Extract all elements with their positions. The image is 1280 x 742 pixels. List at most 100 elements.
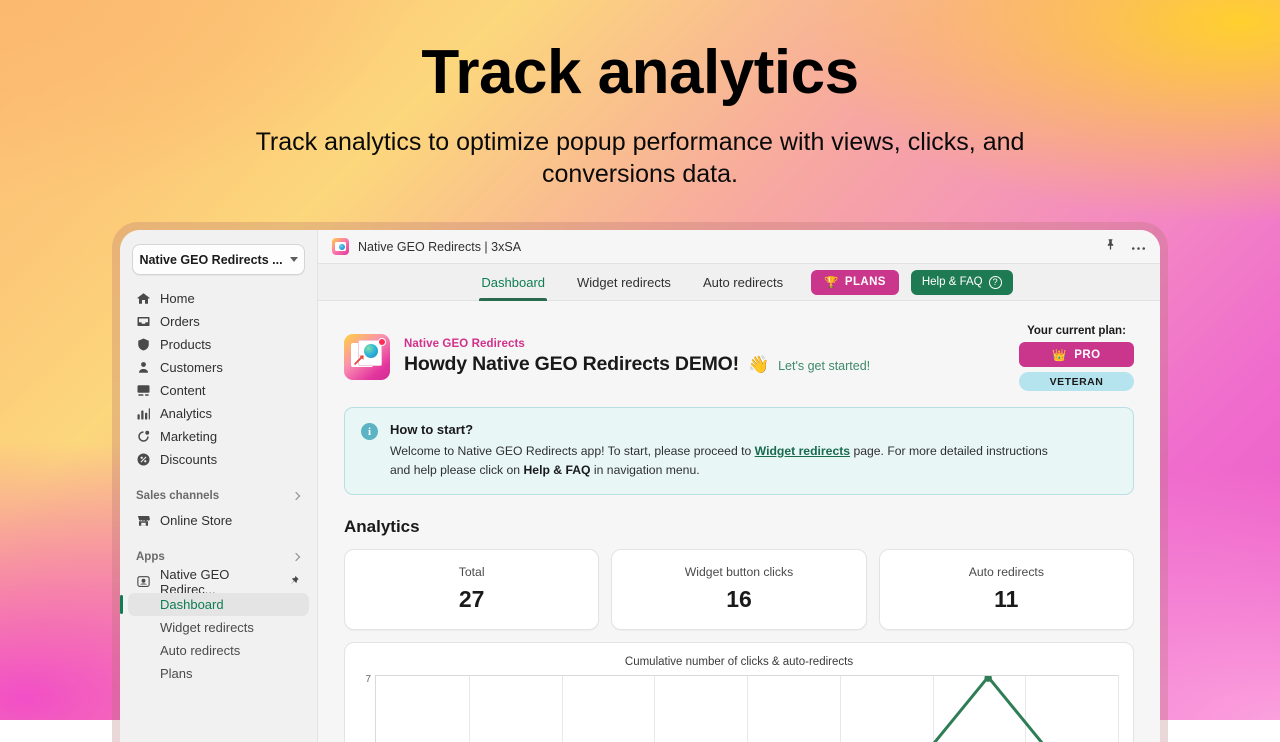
plans-button-label: PLANS <box>844 276 886 288</box>
sidebar-item-discounts[interactable]: Discounts <box>128 448 309 471</box>
tab-label: Auto redirects <box>702 274 784 290</box>
banner-text-before: Welcome to Native GEO Redirects app! To … <box>390 444 755 458</box>
browser-frame: Native GEO Redirects ... Home Orders Pro… <box>112 222 1168 742</box>
online-store-icon <box>136 513 151 528</box>
stat-value: 27 <box>458 586 485 613</box>
sidebar-item-content[interactable]: Content <box>128 379 309 402</box>
app-title: Native GEO Redirects | 3xSA <box>358 239 522 254</box>
info-icon: i <box>361 423 378 440</box>
sidebar-subitem-label: Auto redirects <box>160 643 241 658</box>
app-large-icon <box>344 334 390 380</box>
sidebar-subitem-widget-redirects[interactable]: Widget redirects <box>128 616 309 639</box>
sidebar-item-home[interactable]: Home <box>128 287 309 310</box>
apps-label: Apps <box>136 551 165 563</box>
stat-label: Auto redirects <box>968 565 1044 580</box>
primary-nav: Home Orders Products Customers Content A… <box>120 287 317 471</box>
page-content: Native GEO Redirects Howdy Native GEO Re… <box>318 301 1160 742</box>
sidebar-item-analytics[interactable]: Analytics <box>128 402 309 425</box>
topbar-actions <box>1104 238 1146 256</box>
plan-veteran-badge: VETERAN <box>1019 372 1134 391</box>
promo-text-block: Track analytics Track analytics to optim… <box>0 0 1280 191</box>
chart-area: 7 <box>359 675 1119 742</box>
chart-peak-marker <box>984 676 992 683</box>
sidebar-item-online-store[interactable]: Online Store <box>128 509 309 532</box>
sidebar-subitem-dashboard[interactable]: Dashboard <box>120 593 309 616</box>
question-circle-icon: ? <box>988 275 1002 289</box>
sales-channels-list: Online Store <box>120 509 317 532</box>
pin-icon[interactable] <box>1104 238 1117 256</box>
sidebar-app-label: Native GEO Redirec... <box>160 566 230 597</box>
apps-list: Native GEO Redirec... Dashboard Widget r… <box>120 567 317 685</box>
stat-card-total: Total 27 <box>344 549 600 631</box>
stat-label: Total <box>458 565 485 580</box>
store-switcher[interactable]: Native GEO Redirects ... <box>132 244 305 275</box>
widget-redirects-link[interactable]: Widget redirects <box>755 444 850 458</box>
get-started-link[interactable]: Let's get started! <box>778 359 870 373</box>
more-horizontal-icon[interactable] <box>1131 238 1146 256</box>
banner-text: Welcome to Native GEO Redirects app! To … <box>390 442 1070 479</box>
tab-dashboard[interactable]: Dashboard <box>465 263 561 301</box>
plan-pro-badge[interactable]: 👑 PRO <box>1019 342 1134 367</box>
sidebar-app-native-geo-redirects[interactable]: Native GEO Redirec... <box>128 567 309 597</box>
analytics-icon <box>136 406 151 421</box>
arrow-up-right-icon <box>354 355 364 365</box>
sidebar-item-marketing[interactable]: Marketing <box>128 425 309 448</box>
sales-channels-header[interactable]: Sales channels <box>120 485 317 507</box>
marketing-icon <box>136 429 151 444</box>
tab-auto-redirects[interactable]: Auto redirects <box>687 263 799 301</box>
products-icon <box>136 337 151 352</box>
sidebar-item-label: Products <box>160 337 212 352</box>
sidebar-item-label: Analytics <box>160 406 213 421</box>
greeting-text: Native GEO Redirects Howdy Native GEO Re… <box>404 338 870 376</box>
sidebar-item-orders[interactable]: Orders <box>128 310 309 333</box>
app-logo-icon <box>332 238 349 255</box>
tab-label: Widget redirects <box>577 274 671 290</box>
plans-button[interactable]: 🏆 PLANS <box>811 269 899 295</box>
content-icon <box>136 383 151 398</box>
sidebar: Native GEO Redirects ... Home Orders Pro… <box>120 230 318 742</box>
banner-text-end: in navigation menu. <box>590 462 700 477</box>
help-faq-button[interactable]: Help & FAQ ? <box>910 269 1013 295</box>
plan-veteran-label: VETERAN <box>1049 375 1104 388</box>
stat-label: Widget button clicks <box>684 565 794 580</box>
stat-card-auto-redirects: Auto redirects 11 <box>878 549 1134 631</box>
promo-title: Track analytics <box>421 38 859 107</box>
apps-header[interactable]: Apps <box>120 546 317 568</box>
promo-subtitle: Track analytics to optimize popup perfor… <box>255 128 1025 188</box>
sales-channels-label: Sales channels <box>136 490 220 502</box>
stat-value: 11 <box>994 586 1019 613</box>
tab-widget-redirects[interactable]: Widget redirects <box>561 263 687 301</box>
sidebar-subitem-plans[interactable]: Plans <box>128 662 309 685</box>
sidebar-item-products[interactable]: Products <box>128 333 309 356</box>
sidebar-item-label: Content <box>160 383 206 398</box>
greeting-headline: Howdy Native GEO Redirects DEMO! <box>404 353 739 375</box>
sidebar-item-label: Discounts <box>160 452 218 467</box>
brand-name: Native GEO Redirects <box>404 338 525 350</box>
app-icon <box>136 574 151 589</box>
chart-plot <box>375 675 1119 742</box>
stat-cards-row: Total 27 Widget button clicks 16 Auto re… <box>344 549 1134 631</box>
chart-title: Cumulative number of clicks & auto-redir… <box>624 656 854 669</box>
chevron-right-icon <box>291 491 301 501</box>
y-axis-tick-label: 7 <box>365 674 371 686</box>
store-switcher-label: Native GEO Redirects ... <box>139 252 283 267</box>
analytics-section-title: Analytics <box>344 517 420 537</box>
tab-bar: Dashboard Widget redirects Auto redirect… <box>318 263 1160 301</box>
notification-dot <box>378 338 386 346</box>
pin-icon[interactable] <box>286 574 301 589</box>
greeting-row: Native GEO Redirects Howdy Native GEO Re… <box>344 319 1134 407</box>
orders-icon <box>136 314 151 329</box>
waving-hand-icon: 👋 <box>747 355 770 374</box>
sidebar-subitem-auto-redirects[interactable]: Auto redirects <box>128 639 309 662</box>
sidebar-item-label: Marketing <box>160 429 218 444</box>
headline-row: Howdy Native GEO Redirects DEMO! 👋 Let's… <box>404 353 870 376</box>
main-column: Native GEO Redirects | 3xSA Dashboard Wi… <box>318 230 1160 742</box>
tab-label: Dashboard <box>481 274 546 290</box>
stat-value: 16 <box>726 586 752 613</box>
stat-card-widget-button-clicks: Widget button clicks 16 <box>611 549 867 631</box>
chevron-right-icon <box>291 552 301 562</box>
sidebar-item-label: Orders <box>160 314 200 329</box>
sidebar-item-label: Online Store <box>160 513 233 528</box>
sidebar-item-customers[interactable]: Customers <box>128 356 309 379</box>
how-to-start-banner: i How to start? Welcome to Native GEO Re… <box>344 407 1134 496</box>
